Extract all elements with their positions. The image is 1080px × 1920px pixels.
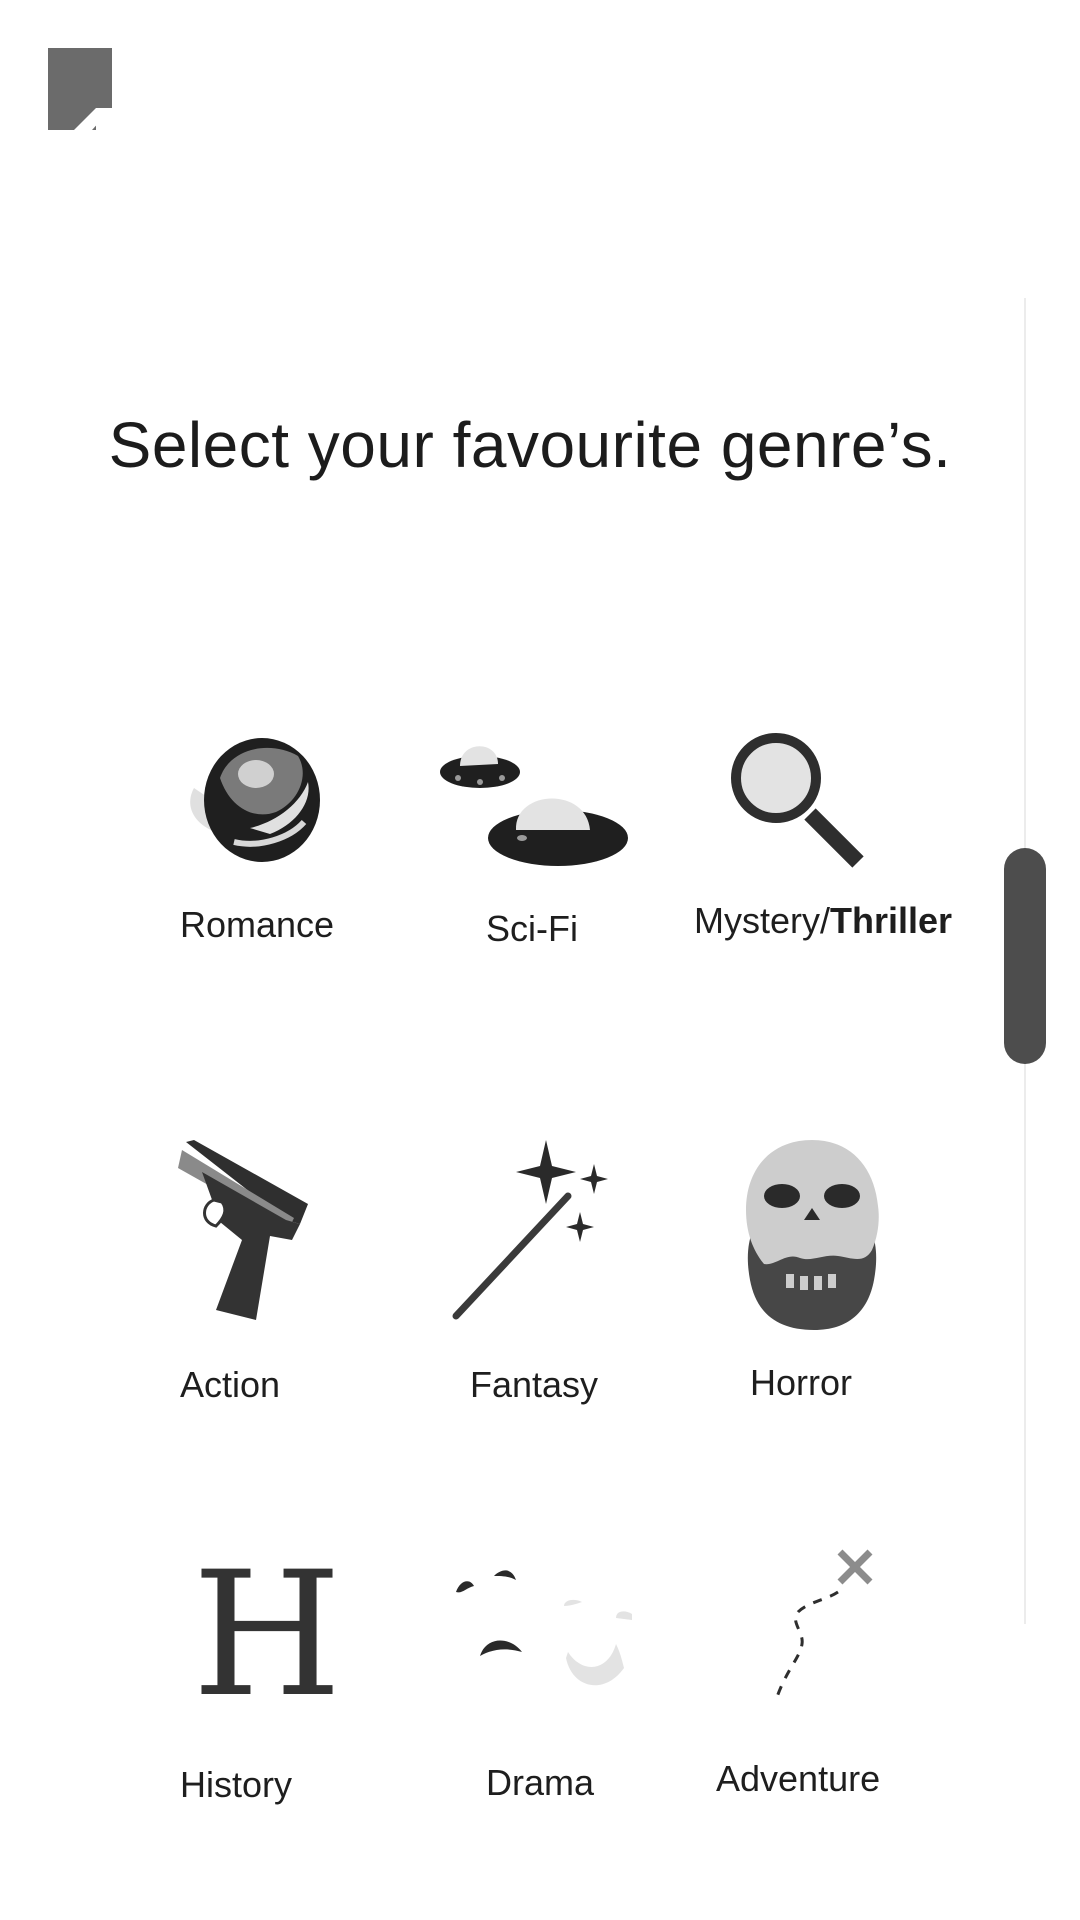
genre-mystery-thriller[interactable]: Mystery/Thriller [690,730,953,970]
genre-adventure[interactable]: Adventure [716,1540,916,1800]
bookmark-logo-icon[interactable] [48,48,112,130]
genre-sci-fi[interactable]: Sci-Fi [440,730,640,970]
genre-label: Drama [486,1762,595,1803]
theater-masks-icon [456,1570,632,1686]
magnifying-glass-icon [731,733,864,868]
treasure-map-path-icon [774,1549,873,1701]
letter-h-icon: H [192,1534,342,1735]
genre-label: History [180,1764,293,1805]
genre-horror[interactable]: Horror [730,1140,930,1403]
genre-label: Action [180,1364,281,1405]
genre-fantasy[interactable]: Fantasy [440,1140,640,1405]
genre-drama[interactable]: Drama [450,1540,650,1803]
rose-icon [190,738,320,862]
genre-label: Horror [750,1362,853,1403]
genre-label: Romance [180,904,335,945]
scrollbar-thumb[interactable] [1004,848,1046,1064]
genre-label: Adventure [716,1758,881,1799]
genre-romance[interactable]: Romance [170,730,370,970]
ufo-icon [440,746,628,866]
skull-icon [746,1140,879,1330]
magic-wand-icon [452,1140,608,1320]
genre-label: Sci-Fi [486,908,578,949]
genre-action[interactable]: Action [170,1140,370,1405]
page-title: Select your favourite genre’s. [108,409,952,481]
genre-history[interactable]: H History [170,1534,370,1806]
genre-label: Mystery/Thriller [694,900,953,941]
genre-label: Fantasy [470,1364,599,1405]
pistol-icon [178,1140,308,1320]
